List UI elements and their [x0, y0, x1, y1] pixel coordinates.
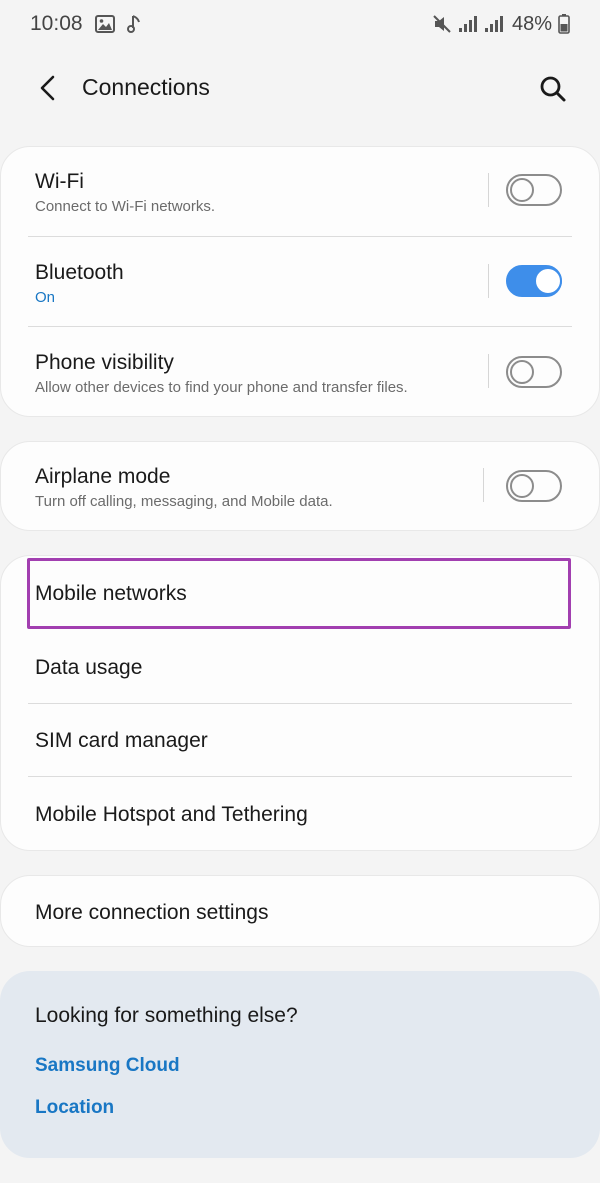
back-arrow-icon [40, 75, 55, 101]
phone-visibility-subtitle: Allow other devices to find your phone a… [35, 379, 408, 396]
signal-icon [458, 14, 478, 34]
gallery-icon [94, 15, 115, 33]
bluetooth-row[interactable]: Bluetooth On [0, 237, 600, 327]
toggle-knob [510, 360, 534, 384]
back-button[interactable] [30, 70, 66, 106]
battery-percent: 48% [511, 12, 552, 35]
airplane-mode-toggle[interactable] [506, 470, 562, 502]
phone-visibility-row[interactable]: Phone visibility Allow other devices to … [0, 327, 600, 417]
phone-visibility-toggle[interactable] [506, 356, 562, 388]
status-time: 10:08 [30, 12, 83, 35]
status-left: 10:08 [30, 12, 141, 36]
row-separator [488, 264, 489, 298]
battery-icon [558, 14, 570, 34]
bluetooth-title: Bluetooth [35, 261, 124, 284]
data-usage-title: Data usage [35, 656, 143, 679]
mute-icon [432, 14, 452, 34]
more-connection-settings-row[interactable]: More connection settings [0, 875, 600, 947]
bluetooth-toggle[interactable] [506, 265, 562, 297]
more-connection-settings-title: More connection settings [35, 901, 269, 924]
search-icon [540, 76, 566, 102]
wifi-row[interactable]: Wi-Fi Connect to Wi-Fi networks. [0, 146, 600, 236]
page-title: Connections [82, 74, 210, 100]
sim-card-manager-row[interactable]: SIM card manager [0, 704, 600, 776]
music-note-icon [126, 14, 141, 34]
status-right: 48% [432, 13, 570, 36]
help-title: Looking for something else? [35, 1004, 298, 1027]
bluetooth-status: On [35, 289, 56, 306]
airplane-mode-row[interactable]: Airplane mode Turn off calling, messagin… [0, 441, 600, 531]
row-separator [488, 354, 489, 388]
status-bar: 10:08 48% [0, 0, 600, 48]
airplane-mode-title: Airplane mode [35, 465, 171, 488]
airplane-mode-subtitle: Turn off calling, messaging, and Mobile … [35, 493, 333, 510]
wifi-subtitle: Connect to Wi-Fi networks. [35, 198, 216, 215]
sim-card-manager-title: SIM card manager [35, 729, 208, 752]
samsung-cloud-link[interactable]: Samsung Cloud [35, 1055, 180, 1077]
row-separator [488, 173, 489, 207]
highlight-box [27, 558, 571, 629]
location-link[interactable]: Location [35, 1097, 114, 1119]
data-usage-row[interactable]: Data usage [0, 631, 600, 703]
signal-icon [484, 14, 504, 34]
toggle-knob [510, 474, 534, 498]
toggle-knob [510, 178, 534, 202]
row-separator [483, 468, 484, 502]
phone-visibility-title: Phone visibility [35, 351, 174, 374]
hotspot-title: Mobile Hotspot and Tethering [35, 803, 308, 826]
toggle-knob [534, 267, 562, 295]
search-button[interactable] [534, 70, 572, 108]
wifi-title: Wi-Fi [35, 170, 84, 193]
hotspot-row[interactable]: Mobile Hotspot and Tethering [0, 777, 600, 851]
wifi-toggle[interactable] [506, 174, 562, 206]
app-bar: Connections [0, 60, 600, 116]
